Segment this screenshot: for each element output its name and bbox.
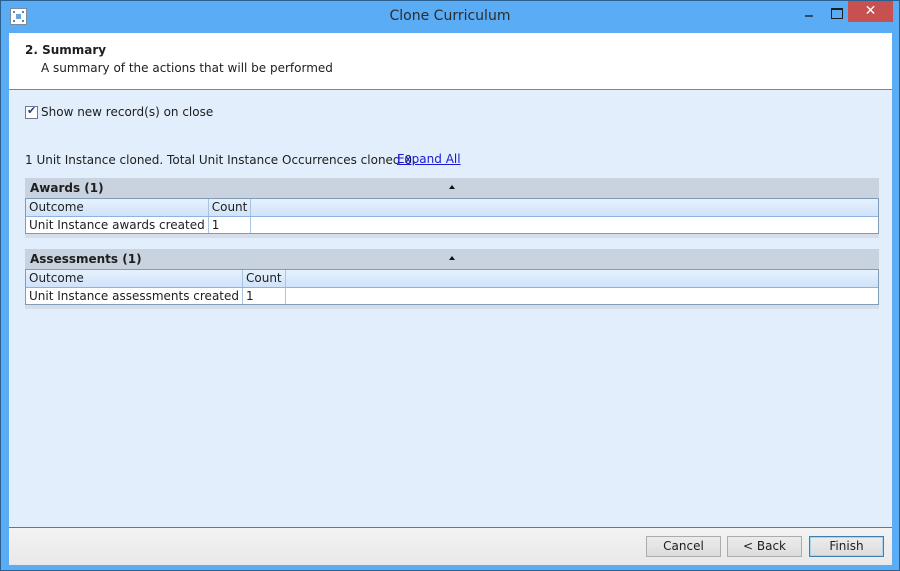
finish-button[interactable]: Finish (809, 536, 884, 557)
outcome-cell: Unit Instance assessments created (26, 287, 243, 304)
close-button[interactable]: ✕ (848, 1, 893, 22)
wizard-header: 2. Summary A summary of the actions that… (9, 33, 892, 90)
maximize-button[interactable] (823, 1, 849, 22)
table-row[interactable]: Unit Instance awards created 1 (26, 216, 878, 233)
summary-text: 1 Unit Instance cloned. Total Unit Insta… (25, 153, 416, 167)
assessments-group-title: Assessments (1) (30, 252, 142, 266)
column-header-filler (250, 199, 878, 217)
step-title: 2. Summary (25, 43, 107, 57)
close-icon: ✕ (864, 3, 877, 19)
column-header-outcome[interactable]: Outcome (26, 199, 209, 217)
assessments-grid-header-row: Outcome Count (26, 270, 878, 288)
awards-group: Awards (1) Outcome Count Unit Instance a… (25, 178, 879, 238)
clone-curriculum-window: Clone Curriculum ✕ 2. Summary A summary … (0, 0, 900, 571)
filler-cell (251, 216, 878, 233)
wizard-footer: Cancel < Back Finish (9, 528, 892, 565)
column-header-outcome[interactable]: Outcome (26, 270, 243, 288)
table-row[interactable]: Unit Instance assessments created 1 (26, 287, 878, 304)
window-title: Clone Curriculum (389, 8, 511, 24)
show-new-records-label: Show new record(s) on close (41, 105, 214, 119)
minimize-button[interactable] (796, 1, 822, 22)
column-header-count[interactable]: Count (208, 199, 252, 217)
expand-all-link[interactable]: Expand All (397, 152, 461, 166)
cancel-button[interactable]: Cancel (646, 536, 721, 557)
title-bar[interactable]: Clone Curriculum ✕ (1, 1, 899, 33)
assessments-group: Assessments (1) Outcome Count Unit Insta… (25, 249, 879, 309)
group-footer (25, 305, 879, 309)
back-button[interactable]: < Back (727, 536, 802, 557)
awards-grid-header-row: Outcome Count (26, 199, 878, 217)
group-footer (25, 234, 879, 238)
count-cell: 1 (208, 216, 252, 233)
count-cell: 1 (242, 287, 286, 304)
filler-cell (285, 287, 878, 304)
outcome-cell: Unit Instance awards created (26, 216, 209, 233)
collapse-arrow-icon[interactable] (449, 256, 455, 260)
show-new-records-option[interactable]: Show new record(s) on close (25, 104, 214, 119)
assessments-grid: Outcome Count Unit Instance assessments … (25, 269, 879, 305)
assessments-group-header[interactable]: Assessments (1) (25, 249, 879, 269)
awards-grid: Outcome Count Unit Instance awards creat… (25, 198, 879, 234)
step-description: A summary of the actions that will be pe… (41, 61, 333, 75)
column-header-count[interactable]: Count (242, 270, 286, 288)
show-new-records-checkbox[interactable] (25, 104, 38, 119)
awards-group-header[interactable]: Awards (1) (25, 178, 879, 198)
collapse-arrow-icon[interactable] (449, 185, 455, 189)
awards-group-title: Awards (1) (30, 181, 104, 195)
wizard-content: Show new record(s) on close 1 Unit Insta… (9, 90, 892, 528)
column-header-filler (285, 270, 878, 288)
